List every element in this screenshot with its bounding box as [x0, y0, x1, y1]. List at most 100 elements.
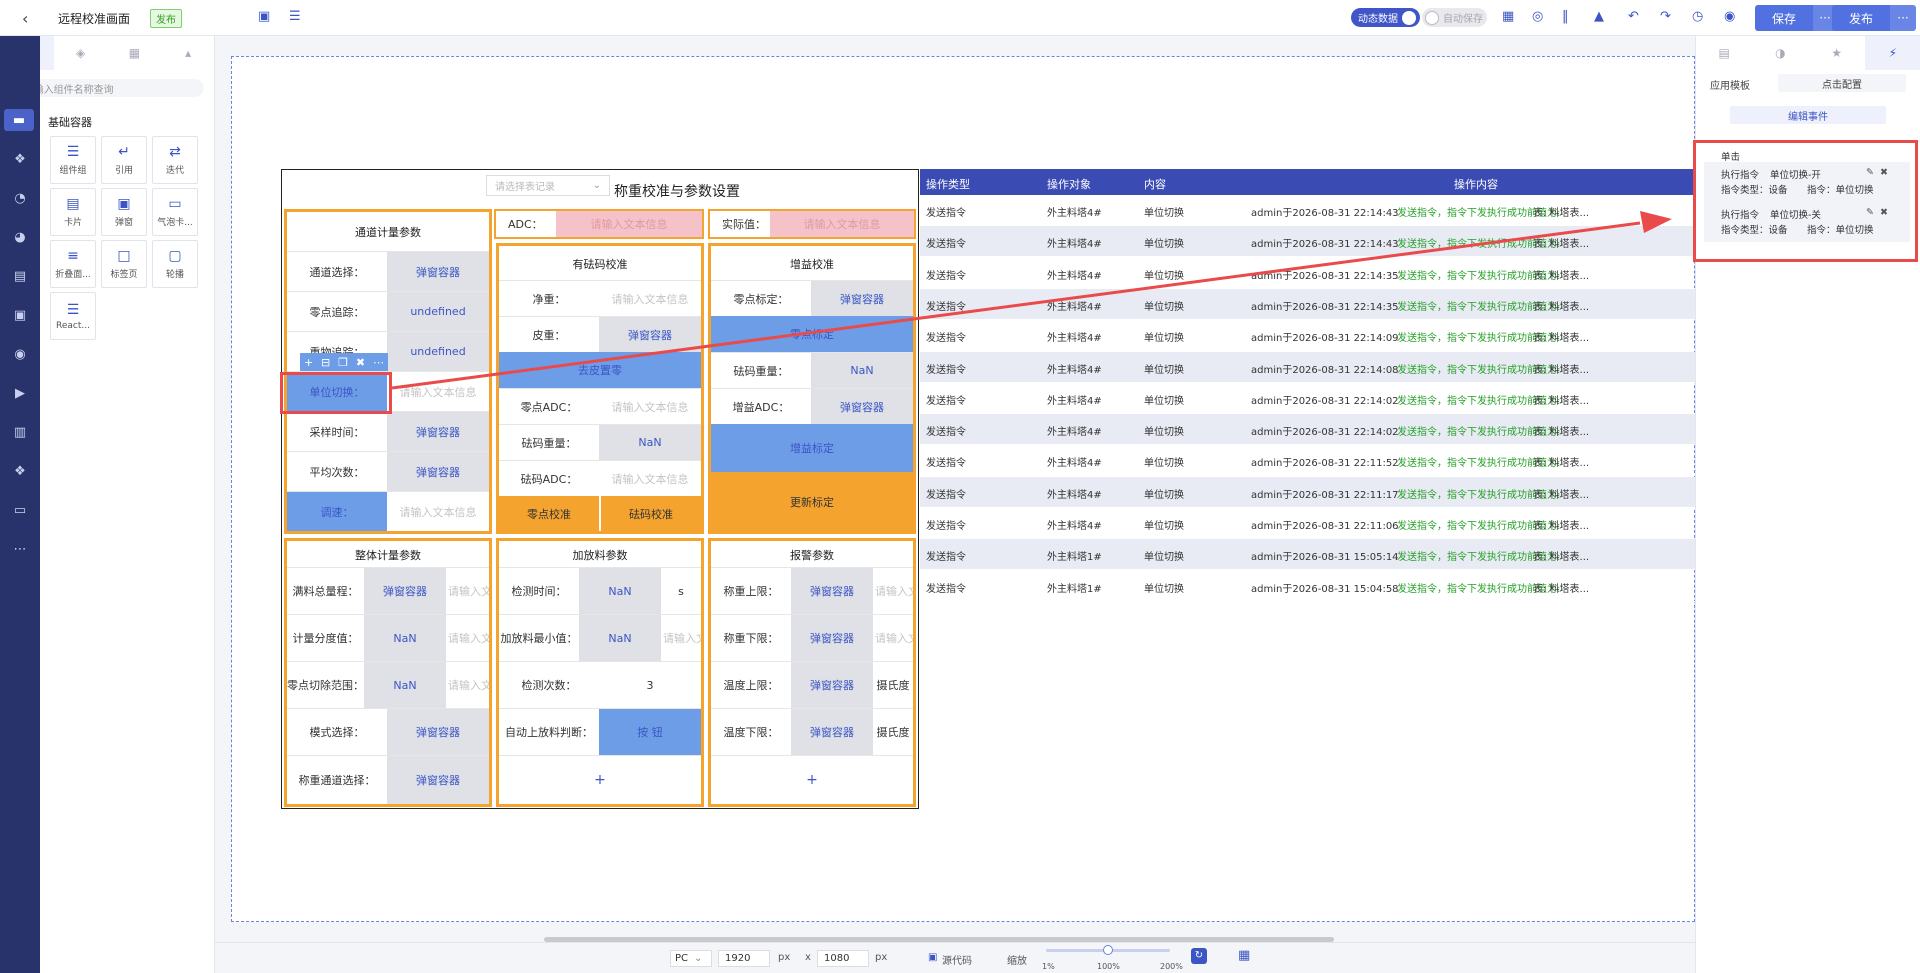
component-item[interactable]: ⇄ 迭代	[152, 136, 198, 184]
auto-judge-button[interactable]: 按 钮	[599, 709, 701, 755]
component-item[interactable]: ☰ 组件组	[50, 136, 96, 184]
speed-input[interactable]: 请输入文本信息	[387, 492, 489, 531]
height-input[interactable]: 1080	[817, 950, 869, 967]
row-value[interactable]: NaN	[599, 425, 701, 460]
code-icon[interactable]: ▣	[928, 952, 937, 963]
undo-icon[interactable]: ↶	[1628, 9, 1639, 24]
history-icon[interactable]: ◷	[1692, 9, 1703, 24]
rail-form-icon[interactable]: ▤	[9, 265, 31, 287]
publish-more-button[interactable]: ···	[1890, 5, 1916, 31]
zero-adc-input[interactable]: 请输入文本信息	[599, 389, 701, 424]
width-input[interactable]: 1920	[718, 950, 770, 967]
tare-zero-button[interactable]: 去皮置零	[499, 352, 701, 388]
adc-input[interactable]: 请输入文本信息	[556, 216, 702, 232]
row-value[interactable]: undefined	[387, 292, 489, 331]
popup-container[interactable]: 弹窗容器	[791, 615, 873, 661]
rail-media-icon[interactable]: ▣	[9, 304, 31, 326]
component-item[interactable]: ▢ 轮播	[152, 240, 198, 288]
save-button[interactable]: 保存	[1755, 5, 1813, 31]
component-item[interactable]: ▭ 气泡卡...	[152, 188, 198, 236]
empty-placeholder-icon[interactable]: +	[711, 756, 913, 804]
zoom-slider-handle[interactable]	[1103, 945, 1113, 955]
popup-container[interactable]: 弹窗容器	[387, 452, 489, 491]
edit-event-button[interactable]: 编辑事件	[1730, 106, 1886, 124]
rail-pie-icon[interactable]: ◕	[9, 226, 31, 248]
more-icon[interactable]: ⋯	[373, 356, 384, 369]
popup-container[interactable]: 弹窗容器	[387, 709, 489, 755]
popup-container[interactable]: 弹窗容器	[387, 756, 489, 804]
shirt-icon[interactable]: ▲	[1594, 9, 1604, 24]
rail-container-icon[interactable]: ▬	[4, 109, 34, 131]
source-code-button[interactable]: 源代码	[942, 952, 972, 967]
popup-container[interactable]: 弹窗容器	[387, 252, 489, 291]
component-item[interactable]: ↵ 引用	[101, 136, 147, 184]
rail-monitor-icon[interactable]: ▭	[9, 499, 31, 521]
align-icon[interactable]: ‖	[1562, 9, 1569, 24]
edit-icon[interactable]: ✎	[1866, 207, 1874, 218]
popup-container[interactable]: 弹窗容器	[364, 568, 446, 614]
refresh-icon[interactable]: ↻	[1191, 948, 1207, 964]
database-icon[interactable]: ◎	[1532, 9, 1543, 24]
row-value[interactable]: NaN	[579, 615, 661, 661]
component-item[interactable]: ≡ 折叠面...	[50, 240, 96, 288]
adc-field[interactable]: ADC： 请输入文本信息	[494, 209, 704, 239]
row-value[interactable]: NaN	[579, 568, 661, 614]
component-item[interactable]: ▣ 弹窗	[101, 188, 147, 236]
feeding-input[interactable]: 请输入文本信息	[661, 615, 701, 661]
horizontal-scrollbar[interactable]	[544, 937, 1334, 942]
weight-adc-input[interactable]: 请输入文本信息	[599, 461, 701, 496]
add-icon[interactable]: +	[304, 356, 313, 369]
component-item[interactable]: □ 标签页	[101, 240, 147, 288]
popup-container[interactable]: 弹窗容器	[791, 709, 873, 755]
rail-grid-icon[interactable]: ❖	[9, 148, 31, 170]
popup-container[interactable]: 弹窗容器	[811, 389, 913, 424]
redo-icon[interactable]: ↷	[1660, 9, 1671, 24]
back-arrow-icon[interactable]: ‹	[22, 9, 28, 28]
grid-icon[interactable]: ▦	[1238, 948, 1250, 963]
tab-favorite[interactable]: ★	[1809, 36, 1865, 70]
tab-layers[interactable]: ◈	[54, 36, 108, 70]
popup-container[interactable]: 弹窗容器	[811, 281, 913, 316]
preview-eye-icon[interactable]: ◉	[1724, 9, 1735, 24]
copy-icon[interactable]: ❐	[338, 356, 348, 369]
update-calibration-button[interactable]: 更新标定	[711, 472, 913, 531]
weight-calibration-button[interactable]: 砝码校准	[601, 496, 701, 531]
rail-apps-icon[interactable]: ❖	[9, 460, 31, 482]
component-item[interactable]: ▤ 卡片	[50, 188, 96, 236]
row-value[interactable]: 3	[599, 662, 701, 708]
delete-icon[interactable]: ✖	[356, 356, 365, 369]
unit-switch-input[interactable]: 请输入文本信息	[387, 372, 489, 411]
autosave-toggle[interactable]: 自动保存	[1422, 8, 1487, 27]
dynamic-data-toggle[interactable]: 动态数据	[1351, 8, 1420, 27]
rail-more-icon[interactable]: ⋯	[9, 538, 31, 560]
empty-placeholder-icon[interactable]: +	[499, 756, 701, 804]
popup-container[interactable]: 弹窗容器	[599, 317, 701, 352]
device-select[interactable]: PC ⌄	[670, 950, 712, 967]
overall-input[interactable]: 请输入文本信息	[446, 568, 489, 614]
overall-input[interactable]: 请输入文本信息	[446, 615, 489, 661]
gain-set-button[interactable]: 增益标定	[711, 424, 913, 472]
popup-container[interactable]: 弹窗容器	[791, 662, 873, 708]
component-item[interactable]: ☰ React...	[50, 292, 96, 340]
row-value[interactable]: NaN	[364, 662, 446, 708]
tab-templates[interactable]: ▦	[108, 36, 162, 70]
popup-container[interactable]: 弹窗容器	[791, 568, 873, 614]
click-config-select[interactable]: 点击配置	[1778, 74, 1906, 92]
record-selector[interactable]: 请选择表记录 ⌄	[486, 175, 610, 196]
row-value[interactable]: NaN	[811, 353, 913, 388]
delete-icon[interactable]: ✖	[1880, 207, 1888, 218]
actual-input[interactable]: 请输入文本信息	[770, 216, 914, 232]
rail-video-icon[interactable]: ▶	[9, 382, 31, 404]
overall-input[interactable]: 请输入文本信息	[446, 662, 489, 708]
alarm-input[interactable]: 请输入文本信息	[873, 615, 913, 661]
rail-chart-icon[interactable]: ◔	[9, 187, 31, 209]
rail-copy-icon[interactable]: ▥	[9, 421, 31, 443]
zero-calibration-button[interactable]: 零点校准	[499, 496, 599, 531]
tab-events[interactable]: ⚡	[1864, 36, 1920, 70]
tab-style[interactable]: ◑	[1752, 36, 1808, 70]
delete-icon[interactable]: ✖	[1880, 167, 1888, 178]
frame-icon[interactable]: ▣	[258, 9, 270, 24]
row-value[interactable]: undefined	[387, 332, 489, 371]
net-weight-input[interactable]: 请输入文本信息	[599, 281, 701, 316]
tab-properties[interactable]: ▤	[1696, 36, 1752, 70]
